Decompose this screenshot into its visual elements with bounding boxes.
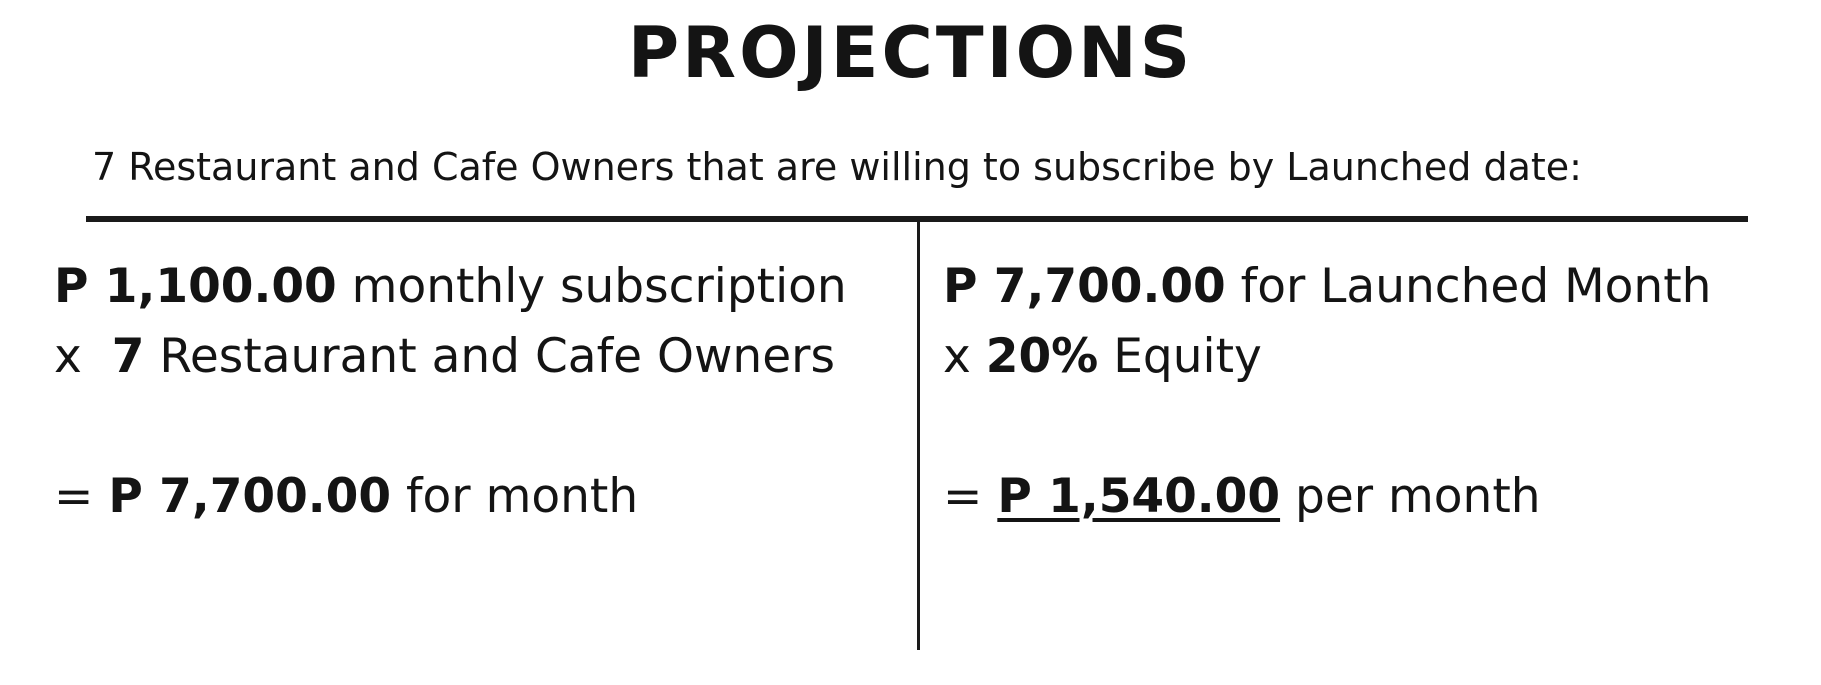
subscription-fee-amount: P 1,100.00 xyxy=(54,259,337,314)
subtitle: 7 Restaurant and Cafe Owners that are wi… xyxy=(92,145,1582,189)
equity-text: Equity xyxy=(1098,329,1262,384)
equity-percent: 20% xyxy=(985,329,1099,384)
left-calculation: P 1,100.00 monthly subscription x 7 Rest… xyxy=(54,252,847,532)
launch-month-line: P 7,700.00 for Launched Month xyxy=(943,252,1711,322)
vertical-divider xyxy=(917,222,920,650)
equals-sign: = xyxy=(943,469,998,524)
right-calculation: P 7,700.00 for Launched Month x 20% Equi… xyxy=(943,252,1711,532)
equity-total-line: = P 1,540.00 per month xyxy=(943,462,1711,532)
subscription-fee-line: P 1,100.00 monthly subscription xyxy=(54,252,847,322)
monthly-total-text: for month xyxy=(391,469,639,524)
multiply-sign: x xyxy=(943,329,986,384)
owners-count-line: x 7 Restaurant and Cafe Owners xyxy=(54,322,847,392)
multiply-sign: x xyxy=(54,329,112,384)
launch-month-text: for Launched Month xyxy=(1225,259,1712,314)
monthly-total-line: = P 7,700.00 for month xyxy=(54,462,847,532)
equity-total-text: per month xyxy=(1280,469,1541,524)
equals-sign: = xyxy=(54,469,109,524)
launch-month-amount: P 7,700.00 xyxy=(943,259,1226,314)
owners-count-text: Restaurant and Cafe Owners xyxy=(144,329,835,384)
equity-total-amount: P 1,540.00 xyxy=(997,469,1281,524)
page-title: PROJECTIONS xyxy=(627,12,1194,94)
owners-count: 7 xyxy=(111,329,145,384)
subscription-fee-text: monthly subscription xyxy=(336,259,847,314)
equity-line: x 20% Equity xyxy=(943,322,1711,392)
monthly-total-amount: P 7,700.00 xyxy=(108,469,392,524)
